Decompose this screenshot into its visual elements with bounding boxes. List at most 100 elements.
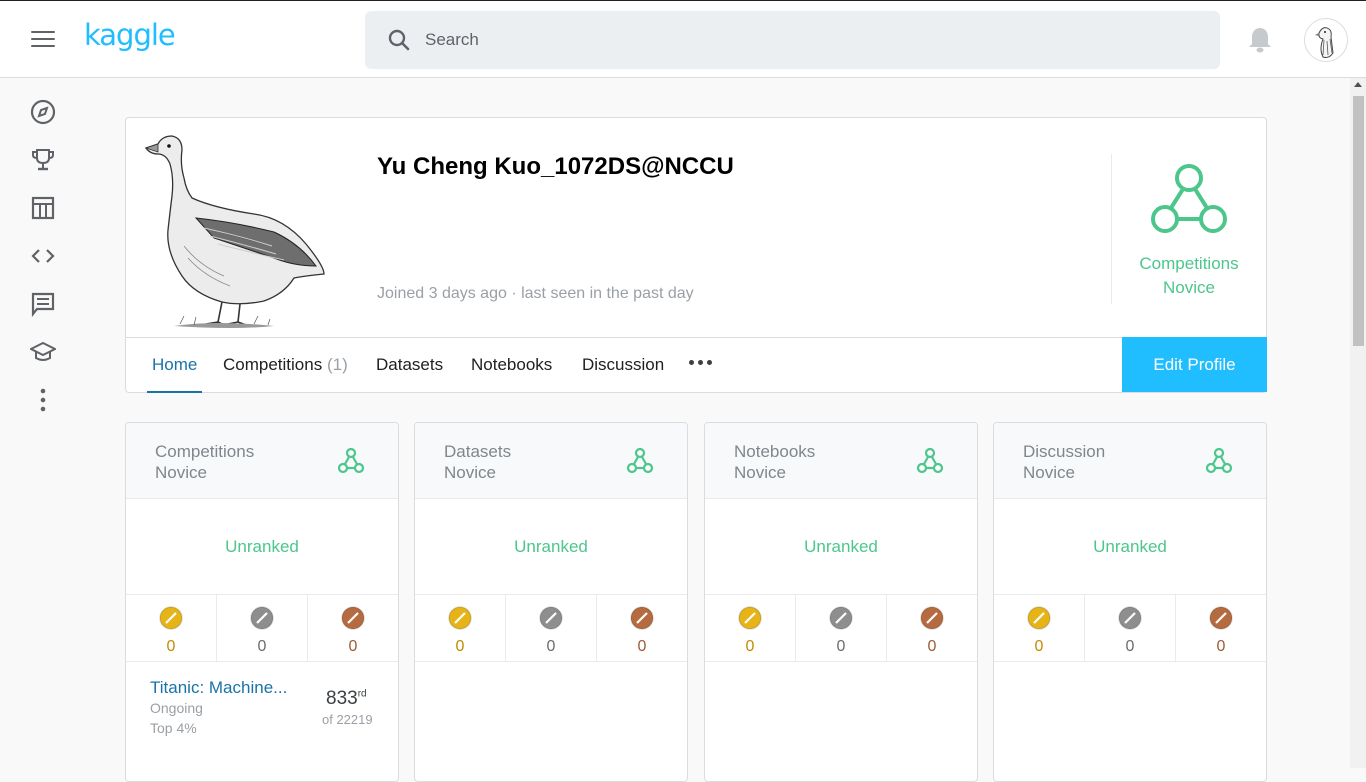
code-icon[interactable]	[30, 243, 56, 269]
competition-total: of 22219	[322, 712, 373, 727]
competition-status: Ongoing	[150, 700, 203, 716]
bronze-medal-count: 0	[637, 638, 647, 655]
profile-tabs: Home Competitions (1) Datasets Notebooks…	[126, 337, 1267, 393]
tier-card-header: Notebooks Novice	[705, 423, 977, 499]
gold-medal: 0	[126, 595, 217, 661]
profile-card: Yu Cheng Kuo_1072DS@NCCU Joined 3 days a…	[125, 117, 1267, 393]
tier-card-notebooks: Notebooks Novice Unranked 0 0 0	[704, 422, 978, 782]
silver-medal: 0	[506, 595, 597, 661]
bronze-medal: 0	[887, 595, 977, 661]
novice-tier-icon	[916, 447, 944, 480]
bronze-medal-count: 0	[927, 638, 937, 655]
page-scrollbar[interactable]	[1350, 78, 1366, 768]
tier-card-title: Competitions Novice	[155, 442, 255, 482]
gold-medal-count: 0	[1034, 638, 1044, 655]
silver-medal-icon	[1117, 606, 1143, 635]
search-bar[interactable]	[365, 11, 1220, 69]
table-icon[interactable]	[30, 195, 56, 221]
tab-competitions[interactable]: Competitions (1)	[223, 338, 348, 393]
bronze-medal-icon	[919, 606, 945, 635]
trophy-icon[interactable]	[30, 147, 56, 173]
silver-medal-count: 0	[836, 638, 846, 655]
bronze-medal-count: 0	[1216, 638, 1226, 655]
silver-medal-icon	[249, 606, 275, 635]
gold-medal-icon	[737, 606, 763, 635]
more-vert-icon[interactable]	[30, 387, 56, 413]
tier-summary: Competitions Novice	[1118, 162, 1260, 300]
gold-medal: 0	[705, 595, 796, 661]
gold-medal-count: 0	[455, 638, 465, 655]
tier-card-body	[415, 662, 687, 781]
tab-datasets[interactable]: Datasets	[376, 338, 443, 393]
medal-row: 0 0 0	[994, 595, 1266, 662]
tab-home[interactable]: Home	[147, 338, 203, 393]
tier-card-datasets: Datasets Novice Unranked 0 0 0	[414, 422, 688, 782]
bronze-medal-icon	[1208, 606, 1234, 635]
gold-medal-icon	[1026, 606, 1052, 635]
joined-text: Joined 3 days ago · last seen in the pas…	[377, 285, 694, 302]
gold-medal: 0	[415, 595, 506, 661]
tier-card-rank: Unranked	[415, 499, 687, 595]
top-bar: kaggle	[0, 0, 1366, 78]
tier-card-header: Discussion Novice	[994, 423, 1266, 499]
menu-icon[interactable]	[31, 31, 55, 49]
tier-card-body	[705, 662, 977, 781]
gold-medal: 0	[994, 595, 1085, 661]
silver-medal-count: 0	[1125, 638, 1135, 655]
profile-divider	[1111, 154, 1112, 304]
silver-medal: 0	[217, 595, 308, 661]
notifications-bell-icon[interactable]	[1247, 26, 1273, 59]
more-tabs-icon[interactable]	[689, 360, 712, 365]
gold-medal-icon	[447, 606, 473, 635]
silver-medal-icon	[828, 606, 854, 635]
competition-rank: 833rd	[326, 688, 367, 709]
tier-card-body: Titanic: Machine... Ongoing Top 4% 833rd…	[126, 662, 398, 781]
tier-card-competitions: Competitions Novice Unranked 0 0 0 Titani…	[125, 422, 399, 782]
tab-discussion[interactable]: Discussion	[582, 338, 664, 393]
tier-card-header: Datasets Novice	[415, 423, 687, 499]
novice-tier-icon	[626, 447, 654, 480]
tier-card-rank: Unranked	[126, 499, 398, 595]
bronze-medal: 0	[308, 595, 398, 661]
tier-card-title: Discussion Novice	[1023, 442, 1106, 482]
silver-medal: 0	[1085, 595, 1176, 661]
search-input[interactable]	[425, 30, 1125, 50]
kaggle-logo[interactable]: kaggle	[84, 18, 176, 52]
tier-card-body	[994, 662, 1266, 781]
silver-medal-count: 0	[257, 638, 267, 655]
tier-card-discussion: Discussion Novice Unranked 0 0 0	[993, 422, 1267, 782]
side-nav	[0, 78, 86, 768]
school-icon[interactable]	[30, 339, 56, 365]
gold-medal-icon	[158, 606, 184, 635]
novice-tier-icon	[337, 447, 365, 480]
competition-link[interactable]: Titanic: Machine...	[150, 678, 287, 698]
novice-tier-icon	[1205, 447, 1233, 480]
tab-notebooks[interactable]: Notebooks	[471, 338, 552, 393]
silver-medal-count: 0	[546, 638, 556, 655]
novice-tier-icon	[1151, 164, 1227, 233]
search-icon	[388, 29, 410, 51]
medal-row: 0 0 0	[415, 595, 687, 662]
bronze-medal-icon	[629, 606, 655, 635]
discussion-icon[interactable]	[30, 291, 56, 317]
tier-label: Competitions Novice	[1139, 254, 1239, 297]
tier-card-rank: Unranked	[705, 499, 977, 595]
bronze-medal: 0	[1176, 595, 1266, 661]
tier-card-title: Notebooks Novice	[734, 442, 816, 482]
silver-medal-icon	[538, 606, 564, 635]
compass-icon[interactable]	[30, 99, 56, 125]
bronze-medal: 0	[597, 595, 687, 661]
medal-row: 0 0 0	[126, 595, 398, 662]
tier-card-header: Competitions Novice	[126, 423, 398, 499]
gold-medal-count: 0	[166, 638, 176, 655]
user-avatar[interactable]	[1304, 18, 1348, 62]
profile-picture	[144, 126, 334, 331]
scroll-up-icon[interactable]	[1354, 82, 1362, 87]
edit-profile-button[interactable]: Edit Profile	[1122, 337, 1267, 392]
scrollbar-thumb[interactable]	[1353, 96, 1364, 346]
silver-medal: 0	[796, 595, 887, 661]
bronze-medal-icon	[340, 606, 366, 635]
user-name: Yu Cheng Kuo_1072DS@NCCU	[377, 153, 734, 180]
bronze-medal-count: 0	[348, 638, 358, 655]
competition-top-percent: Top 4%	[150, 720, 197, 736]
